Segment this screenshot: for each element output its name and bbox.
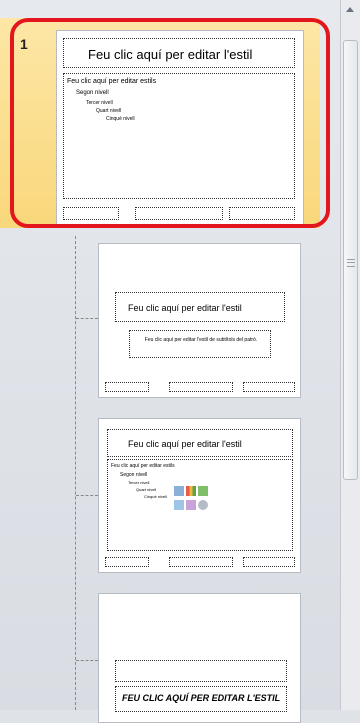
footer-date [105, 382, 149, 392]
grip-icon [347, 259, 355, 267]
bullet-level-5: Cinquè nivell [144, 494, 167, 499]
tree-branch-1 [76, 318, 98, 319]
layout-thumbnail-content[interactable]: Feu clic aquí per editar l'estil Feu cli… [98, 418, 301, 573]
media-icon [198, 500, 208, 510]
vertical-scrollbar[interactable] [340, 0, 360, 710]
footer-text [169, 557, 233, 567]
clipart-icon [186, 500, 196, 510]
footer-text [169, 382, 233, 392]
scrollbar-thumb[interactable] [343, 40, 358, 480]
subtitle-placeholder: Feu clic aquí per editar l'estil de subt… [129, 330, 271, 358]
layout-thumbnail-section[interactable]: FEU CLIC AQUÍ PER EDITAR L'ESTIL [98, 593, 301, 723]
text-placeholder [115, 660, 287, 682]
title-placeholder: Feu clic aquí per editar l'estil [115, 292, 285, 322]
slide-thumbnail-pane: 1 Feu clic aquí per editar l'estil Feu c… [0, 0, 340, 723]
bullet-level-1: Feu clic aquí per editar estils [111, 463, 175, 469]
body-placeholder: Feu clic aquí per editar estils Segon ni… [107, 459, 293, 551]
tree-branch-3 [76, 660, 98, 661]
title-placeholder: Feu clic aquí per editar l'estil [107, 429, 293, 457]
table-icon [174, 486, 184, 496]
layout-subtitle: Feu clic aquí per editar l'estil de subt… [144, 337, 258, 343]
title-placeholder: FEU CLIC AQUÍ PER EDITAR L'ESTIL [115, 686, 287, 712]
content-icons [174, 486, 208, 496]
picture-icon [174, 500, 184, 510]
bullet-level-2: Segon nivell [120, 472, 148, 478]
footer-number [243, 557, 295, 567]
layout-title: Feu clic aquí per editar l'estil [128, 439, 242, 449]
chart-icon [186, 486, 196, 496]
footer-date [105, 557, 149, 567]
smartart-icon [198, 486, 208, 496]
layout-title: FEU CLIC AQUÍ PER EDITAR L'ESTIL [122, 693, 281, 703]
tree-connector [75, 236, 76, 710]
scroll-up-arrow-icon[interactable] [344, 4, 356, 16]
layout-thumbnail-title[interactable]: Feu clic aquí per editar l'estil Feu cli… [98, 243, 301, 398]
content-icons-row-2 [174, 500, 208, 510]
bullet-level-4: Quart nivell [136, 487, 157, 492]
selection-outline [10, 18, 330, 228]
bullet-level-3: Tercer nivell [128, 480, 150, 485]
layout-title: Feu clic aquí per editar l'estil [128, 303, 242, 313]
master-slide-row[interactable]: 1 Feu clic aquí per editar l'estil Feu c… [0, 0, 330, 235]
tree-branch-2 [76, 495, 98, 496]
footer-number [243, 382, 295, 392]
